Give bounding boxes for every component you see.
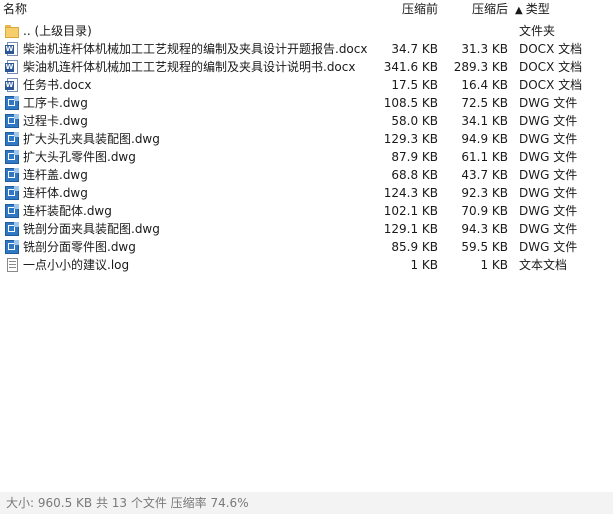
file-name: 柴油机连杆体机械加工工艺规程的编制及夹具设计说明书.docx bbox=[23, 60, 356, 74]
file-name: 连杆装配体.dwg bbox=[23, 204, 112, 218]
file-size: 102.1 KB bbox=[383, 204, 438, 218]
list-item[interactable]: 连杆盖.dwg 68.8 KB 43.7 KB DWG 文件 bbox=[0, 166, 613, 184]
file-size: 87.9 KB bbox=[391, 150, 438, 164]
list-item[interactable]: 一点小小的建议.log 1 KB 1 KB 文本文档 bbox=[0, 256, 613, 274]
list-item[interactable]: W 任务书.docx 17.5 KB 16.4 KB DOCX 文档 bbox=[0, 76, 613, 94]
list-item[interactable]: W 柴油机连杆体机械加工工艺规程的编制及夹具设计说明书.docx 341.6 K… bbox=[0, 58, 613, 76]
file-size: 129.3 KB bbox=[383, 132, 438, 146]
file-packed-size: 31.3 KB bbox=[461, 42, 508, 56]
file-packed-size: 34.1 KB bbox=[461, 114, 508, 128]
file-size: 58.0 KB bbox=[391, 114, 438, 128]
file-packed-size: 61.1 KB bbox=[461, 150, 508, 164]
file-size: 85.9 KB bbox=[391, 240, 438, 254]
column-header-type-label: 类型 bbox=[525, 2, 550, 16]
list-item[interactable]: 铣剖分面夹具装配图.dwg 129.1 KB 94.3 KB DWG 文件 bbox=[0, 220, 613, 238]
file-type: DWG 文件 bbox=[519, 96, 578, 110]
file-size: 129.1 KB bbox=[383, 222, 438, 236]
archive-file-list-window: 名称 压缩前 压缩后 ▲ 类型 .. (上级目录) 文件夹 W 柴油机连杆体机械加… bbox=[0, 0, 613, 514]
status-text: 大小: 960.5 KB 共 13 个文件 压缩率 74.6% bbox=[6, 496, 249, 510]
list-item[interactable]: 过程卡.dwg 58.0 KB 34.1 KB DWG 文件 bbox=[0, 112, 613, 130]
dwg-icon bbox=[4, 185, 20, 201]
file-packed-size bbox=[444, 22, 508, 40]
dwg-icon bbox=[4, 113, 20, 129]
file-name: 工序卡.dwg bbox=[23, 96, 88, 110]
list-item-parent-folder[interactable]: .. (上级目录) 文件夹 bbox=[0, 22, 613, 40]
file-list: .. (上级目录) 文件夹 W 柴油机连杆体机械加工工艺规程的编制及夹具设计开题… bbox=[0, 22, 613, 274]
dwg-icon bbox=[4, 239, 20, 255]
list-item[interactable]: 连杆装配体.dwg 102.1 KB 70.9 KB DWG 文件 bbox=[0, 202, 613, 220]
log-icon bbox=[4, 257, 20, 273]
file-name: 柴油机连杆体机械加工工艺规程的编制及夹具设计开题报告.docx bbox=[23, 42, 368, 56]
column-header-name[interactable]: 名称 bbox=[3, 0, 27, 18]
file-size: 1 KB bbox=[410, 258, 438, 272]
file-name: 一点小小的建议.log bbox=[23, 258, 130, 272]
file-type: DWG 文件 bbox=[519, 150, 578, 164]
file-type: DWG 文件 bbox=[519, 168, 578, 182]
file-size: 34.7 KB bbox=[391, 42, 438, 56]
column-header-packed[interactable]: 压缩后 bbox=[444, 0, 508, 18]
file-type: 文本文档 bbox=[519, 258, 568, 272]
list-item[interactable]: 工序卡.dwg 108.5 KB 72.5 KB DWG 文件 bbox=[0, 94, 613, 112]
status-bar: 大小: 960.5 KB 共 13 个文件 压缩率 74.6% bbox=[0, 492, 613, 514]
file-name: 过程卡.dwg bbox=[23, 114, 88, 128]
docx-icon: W bbox=[4, 77, 20, 93]
file-packed-size: 70.9 KB bbox=[461, 204, 508, 218]
list-item[interactable]: 扩大头孔夹具装配图.dwg 129.3 KB 94.9 KB DWG 文件 bbox=[0, 130, 613, 148]
file-packed-size: 72.5 KB bbox=[461, 96, 508, 110]
file-packed-size: 43.7 KB bbox=[461, 168, 508, 182]
sort-ascending-icon: ▲ bbox=[515, 5, 523, 16]
column-header-type[interactable]: ▲ 类型 bbox=[515, 0, 550, 18]
file-type: DWG 文件 bbox=[519, 132, 578, 146]
file-type: 文件夹 bbox=[519, 24, 556, 38]
file-type: DWG 文件 bbox=[519, 240, 578, 254]
file-size bbox=[360, 22, 438, 40]
list-item[interactable]: 扩大头孔零件图.dwg 87.9 KB 61.1 KB DWG 文件 bbox=[0, 148, 613, 166]
file-type: DOCX 文档 bbox=[519, 60, 583, 74]
file-name: 扩大头孔夹具装配图.dwg bbox=[23, 132, 160, 146]
folder-icon bbox=[4, 23, 20, 39]
file-packed-size: 94.3 KB bbox=[461, 222, 508, 236]
column-header: 名称 压缩前 压缩后 ▲ 类型 bbox=[0, 0, 613, 18]
dwg-icon bbox=[4, 203, 20, 219]
dwg-icon bbox=[4, 95, 20, 111]
file-name: 铣剖分面零件图.dwg bbox=[23, 240, 136, 254]
docx-icon: W bbox=[4, 41, 20, 57]
file-packed-size: 16.4 KB bbox=[461, 78, 508, 92]
file-name: 任务书.docx bbox=[23, 78, 92, 92]
list-item[interactable]: 铣剖分面零件图.dwg 85.9 KB 59.5 KB DWG 文件 bbox=[0, 238, 613, 256]
file-name: 连杆体.dwg bbox=[23, 186, 88, 200]
file-packed-size: 92.3 KB bbox=[461, 186, 508, 200]
file-name: .. (上级目录) bbox=[23, 24, 92, 38]
file-type: DWG 文件 bbox=[519, 222, 578, 236]
file-packed-size: 1 KB bbox=[480, 258, 508, 272]
dwg-icon bbox=[4, 221, 20, 237]
file-size: 341.6 KB bbox=[383, 60, 438, 74]
file-name: 铣剖分面夹具装配图.dwg bbox=[23, 222, 160, 236]
file-size: 124.3 KB bbox=[383, 186, 438, 200]
list-item[interactable]: 连杆体.dwg 124.3 KB 92.3 KB DWG 文件 bbox=[0, 184, 613, 202]
file-size: 68.8 KB bbox=[391, 168, 438, 182]
file-type: DWG 文件 bbox=[519, 114, 578, 128]
docx-icon: W bbox=[4, 59, 20, 75]
dwg-icon bbox=[4, 131, 20, 147]
file-size: 108.5 KB bbox=[383, 96, 438, 110]
file-type: DOCX 文档 bbox=[519, 42, 583, 56]
file-name: 扩大头孔零件图.dwg bbox=[23, 150, 136, 164]
file-size: 17.5 KB bbox=[391, 78, 438, 92]
file-packed-size: 94.9 KB bbox=[461, 132, 508, 146]
column-header-size[interactable]: 压缩前 bbox=[360, 0, 438, 18]
dwg-icon bbox=[4, 167, 20, 183]
file-packed-size: 289.3 KB bbox=[453, 60, 508, 74]
file-type: DWG 文件 bbox=[519, 204, 578, 218]
dwg-icon bbox=[4, 149, 20, 165]
file-type: DWG 文件 bbox=[519, 186, 578, 200]
file-type: DOCX 文档 bbox=[519, 78, 583, 92]
file-packed-size: 59.5 KB bbox=[461, 240, 508, 254]
list-item[interactable]: W 柴油机连杆体机械加工工艺规程的编制及夹具设计开题报告.docx 34.7 K… bbox=[0, 40, 613, 58]
file-name: 连杆盖.dwg bbox=[23, 168, 88, 182]
